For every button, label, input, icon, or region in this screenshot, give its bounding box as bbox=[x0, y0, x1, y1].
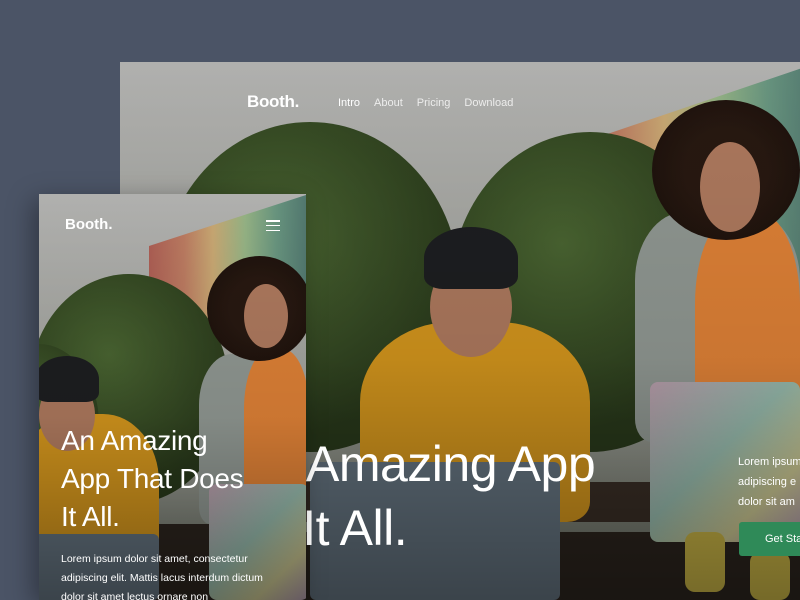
nav-item-download[interactable]: Download bbox=[464, 97, 513, 109]
desktop-text-line-3: dolor sit am bbox=[738, 496, 795, 508]
desktop-text-line-2: adipiscing e bbox=[738, 476, 797, 488]
mobile-hero-text: Lorem ipsum dolor sit amet, consectetur … bbox=[61, 550, 301, 600]
mobile-hero-headline: An Amazing App That Does It All. bbox=[61, 422, 291, 536]
desktop-text-line-1: Lorem ipsum bbox=[738, 456, 800, 468]
nav-item-intro[interactable]: Intro bbox=[338, 97, 360, 109]
desktop-hero-headline: Amazing App at Does It All. bbox=[120, 432, 800, 560]
mobile-headline-line-1: An Amazing bbox=[61, 425, 208, 456]
mobile-headline-line-3: It All. bbox=[61, 501, 120, 532]
mobile-text-line-2: adipiscing elit. Mattis lacus interdum d… bbox=[61, 572, 263, 584]
desktop-logo[interactable]: Booth. bbox=[247, 92, 299, 112]
nav-item-pricing[interactable]: Pricing bbox=[417, 97, 451, 109]
mobile-text-line-3: dolor sit amet lectus ornare non bbox=[61, 591, 209, 600]
mobile-headline-line-2: App That Does bbox=[61, 463, 244, 494]
mobile-hero-photo bbox=[39, 194, 306, 600]
mobile-logo[interactable]: Booth. bbox=[65, 216, 112, 233]
mobile-mockup: Booth. An Amazing App That Does It All. … bbox=[39, 194, 306, 600]
hamburger-icon[interactable] bbox=[266, 220, 280, 231]
desktop-hero-text: Lorem ipsum adipiscing e dolor sit am bbox=[738, 452, 800, 512]
desktop-nav: Intro About Pricing Download bbox=[338, 97, 513, 109]
mobile-text-line-1: Lorem ipsum dolor sit amet, consectetur bbox=[61, 553, 248, 565]
nav-item-about[interactable]: About bbox=[374, 97, 403, 109]
desktop-headline-line-1: Amazing App bbox=[306, 436, 596, 492]
get-started-button[interactable]: Get Sta bbox=[739, 522, 800, 556]
